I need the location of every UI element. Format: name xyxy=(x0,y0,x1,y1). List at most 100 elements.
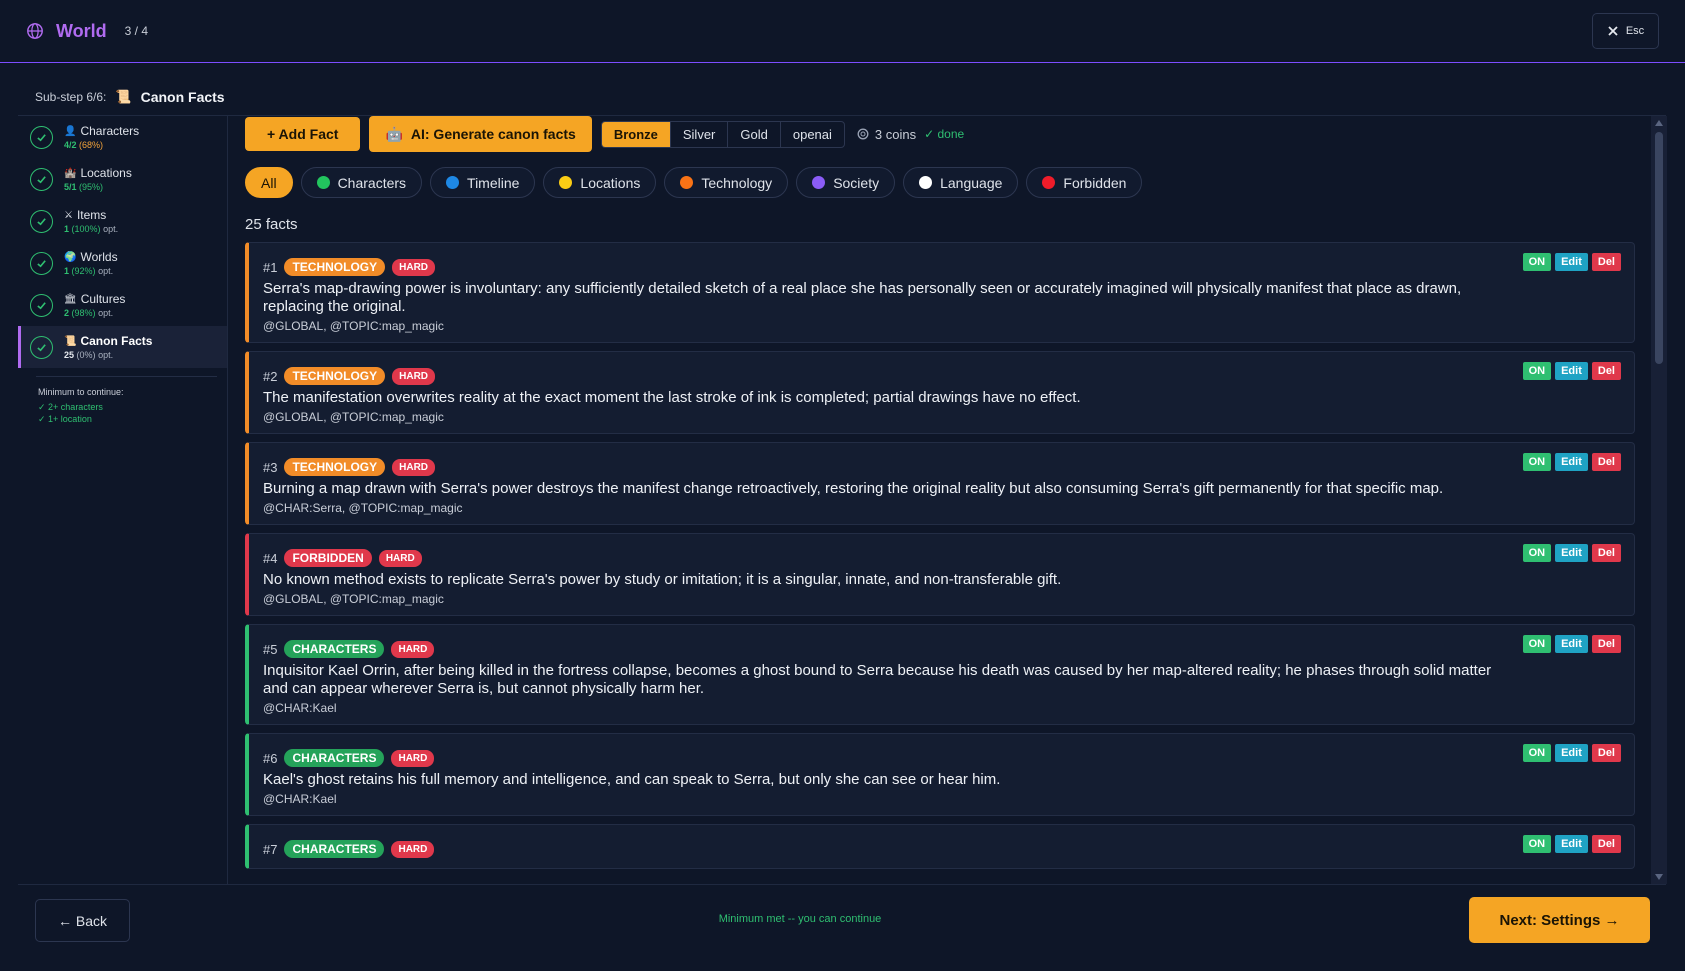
sidebar-item-items[interactable]: ⚔ Items 1 (100%) opt. xyxy=(18,200,227,242)
sidebar-item-percent: (0%) xyxy=(76,350,96,360)
color-dot-icon xyxy=(1042,176,1056,189)
filter-chip-label: Characters xyxy=(337,174,407,191)
fact-tags: @CHAR:Serra, @TOPIC:map_magic xyxy=(263,501,463,515)
toggle-on-button[interactable]: ON xyxy=(1522,744,1552,762)
sidebar-item-label: Characters xyxy=(80,124,140,138)
scrollbar[interactable] xyxy=(1651,116,1667,884)
substep-indicator: Sub-step 6/6: 📜 Canon Facts xyxy=(35,89,225,105)
sidebar-item-label: Cultures xyxy=(80,292,126,306)
toggle-on-button[interactable]: ON xyxy=(1522,253,1552,271)
step-progress: 3 / 4 xyxy=(124,24,149,38)
person-icon: 👤 xyxy=(64,125,77,137)
delete-button[interactable]: Del xyxy=(1591,544,1621,562)
fact-number: #1 xyxy=(263,259,278,275)
sidebar-item-characters[interactable]: 👤 Characters 4/2 (68%) xyxy=(18,116,227,158)
ai-generate-label: AI: Generate canon facts xyxy=(410,126,576,142)
coins-indicator: 3 coins ✓ done xyxy=(857,127,964,142)
sidebar-item-count: 2 xyxy=(64,308,70,318)
substep-label: Sub-step 6/6: xyxy=(35,90,107,104)
severity-badge: HARD xyxy=(391,840,435,858)
fact-text: Kael's ghost retains his full memory and… xyxy=(263,771,1001,788)
delete-button[interactable]: Del xyxy=(1591,635,1621,653)
sidebar-item-count: 25 xyxy=(64,350,75,360)
fact-text: No known method exists to replicate Serr… xyxy=(263,571,1062,588)
severity-badge: HARD xyxy=(392,458,436,476)
scroll-down-arrow[interactable] xyxy=(1655,874,1663,880)
sidebar-item-percent: (95%) xyxy=(79,182,104,192)
delete-button[interactable]: Del xyxy=(1591,253,1621,271)
edit-button[interactable]: Edit xyxy=(1555,453,1588,471)
color-dot-icon xyxy=(316,176,330,189)
category-badge: TECHNOLOGY xyxy=(284,367,386,385)
sidebar-item-canon-facts[interactable]: 📜 Canon Facts 25 (0%) opt. xyxy=(18,326,227,368)
delete-button[interactable]: Del xyxy=(1591,835,1621,853)
filter-chip-label: Language xyxy=(940,174,1003,191)
sidebar-item-locations[interactable]: 🏰 Locations 5/1 (95%) xyxy=(18,158,227,200)
tier-option-bronze[interactable]: Bronze xyxy=(601,121,671,147)
sidebar-item-percent: (100%) xyxy=(71,224,101,234)
color-dot-icon xyxy=(559,176,573,189)
edit-button[interactable]: Edit xyxy=(1555,544,1588,562)
filter-chip-technology[interactable]: Technology xyxy=(664,167,789,198)
sidebar-item-count: 1 xyxy=(64,224,70,234)
sidebar-item-percent: (98%) xyxy=(71,308,96,318)
filter-chip-all[interactable]: All xyxy=(245,167,293,198)
severity-badge: HARD xyxy=(391,640,435,658)
swords-icon: ⚔ xyxy=(64,209,73,221)
severity-badge: HARD xyxy=(378,549,422,567)
scroll-up-arrow[interactable] xyxy=(1655,120,1663,126)
sidebar-item-percent: (68%) xyxy=(79,140,104,150)
category-badge: FORBIDDEN xyxy=(284,549,372,567)
fact-card: #6 CHARACTERS HARD Kael's ghost retains his… xyxy=(245,733,1635,816)
delete-button[interactable]: Del xyxy=(1591,362,1621,380)
filter-chip-society[interactable]: Society xyxy=(796,167,896,198)
filter-chip-forbidden[interactable]: Forbidden xyxy=(1026,167,1143,198)
delete-button[interactable]: Del xyxy=(1591,744,1621,762)
filter-chip-timeline[interactable]: Timeline xyxy=(430,167,536,198)
toggle-on-button[interactable]: ON xyxy=(1522,544,1552,562)
generation-status: ✓ done xyxy=(924,127,965,141)
edit-button[interactable]: Edit xyxy=(1555,253,1588,271)
severity-badge: HARD xyxy=(391,749,435,767)
tier-option-silver[interactable]: Silver xyxy=(671,121,729,147)
divider xyxy=(18,884,1666,885)
scroll-icon: 📜 xyxy=(115,89,132,104)
substep-title: Canon Facts xyxy=(140,89,225,105)
category-badge: CHARACTERS xyxy=(284,840,385,858)
scrollbar-thumb[interactable] xyxy=(1655,132,1663,364)
toggle-on-button[interactable]: ON xyxy=(1522,835,1552,853)
delete-button[interactable]: Del xyxy=(1591,453,1621,471)
check-circle-icon xyxy=(30,251,53,275)
toggle-on-button[interactable]: ON xyxy=(1522,362,1552,380)
color-dot-icon xyxy=(919,176,933,189)
filter-chip-language[interactable]: Language xyxy=(903,167,1019,198)
robot-icon: 🤖 xyxy=(385,125,403,142)
close-button[interactable]: Esc xyxy=(1592,13,1659,49)
sidebar-item-worlds[interactable]: 🌍 Worlds 1 (92%) opt. xyxy=(18,242,227,284)
add-fact-button[interactable]: + Add Fact xyxy=(245,117,361,151)
ai-generate-button[interactable]: 🤖 AI: Generate canon facts xyxy=(369,116,592,152)
next-button[interactable]: Next: Settings → xyxy=(1469,897,1650,943)
filter-chip-locations[interactable]: Locations xyxy=(543,167,657,198)
sidebar-item-cultures[interactable]: 🏛 Cultures 2 (98%) opt. xyxy=(18,284,227,326)
fact-card: #3 TECHNOLOGY HARD Burning a map drawn with… xyxy=(245,442,1635,525)
main-content: + Add Fact 🤖 AI: Generate canon facts Br… xyxy=(245,116,1635,884)
fact-number: #6 xyxy=(263,750,278,766)
tier-option-openai[interactable]: openai xyxy=(781,122,844,147)
toggle-on-button[interactable]: ON xyxy=(1522,453,1552,471)
filter-chip-label: Timeline xyxy=(467,174,520,191)
sidebar-item-label: Locations xyxy=(80,166,132,180)
edit-button[interactable]: Edit xyxy=(1555,635,1588,653)
edit-button[interactable]: Edit xyxy=(1555,362,1588,380)
tier-selector: Bronze Silver Gold openai xyxy=(600,120,845,148)
filter-chip-label: Technology xyxy=(701,174,773,191)
edit-button[interactable]: Edit xyxy=(1555,835,1588,853)
sidebar-item-suffix: opt. xyxy=(98,350,114,360)
filter-chip-characters[interactable]: Characters xyxy=(300,167,423,198)
sidebar: 👤 Characters 4/2 (68%) 🏰 Locations 5/1 (95%)… xyxy=(18,116,228,884)
fact-tags: @CHAR:Kael xyxy=(263,701,337,715)
coin-icon xyxy=(857,128,869,140)
toggle-on-button[interactable]: ON xyxy=(1522,635,1552,653)
edit-button[interactable]: Edit xyxy=(1555,744,1588,762)
tier-option-gold[interactable]: Gold xyxy=(728,121,781,147)
